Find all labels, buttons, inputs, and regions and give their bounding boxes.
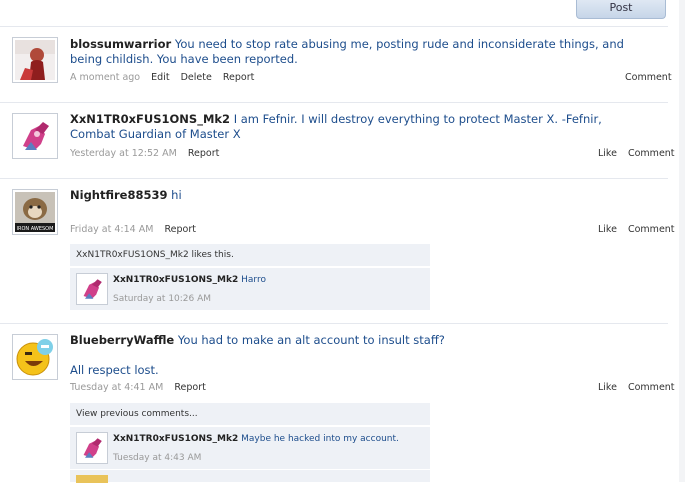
- comment-time: Tuesday at 4:41 AM: [70, 382, 164, 393]
- comment-link[interactable]: Comment: [625, 72, 672, 83]
- reply-author[interactable]: XxN1TR0xFUS1ONS_Mk2: [113, 434, 238, 444]
- reply-body: Harro: [241, 275, 266, 285]
- comment-author[interactable]: XxN1TR0xFUS1ONS_Mk2: [70, 112, 230, 126]
- comment-body-line1: You had to make an alt account to insult…: [177, 333, 445, 347]
- comment-time: Friday at 4:14 AM: [70, 224, 154, 235]
- reply-avatar[interactable]: [76, 273, 108, 305]
- profile-post-4: BlueberryWaffle You had to make an alt a…: [0, 324, 675, 483]
- comment-text: BlueberryWaffle You had to make an alt a…: [70, 333, 640, 378]
- comment-actions: Like Comment: [598, 224, 675, 235]
- comment-meta: Friday at 4:14 AM Report: [70, 224, 196, 235]
- comment-link[interactable]: Comment: [628, 224, 675, 235]
- post-button[interactable]: Post: [576, 0, 666, 19]
- likes-summary[interactable]: XxN1TR0xFUS1ONS_Mk2 likes this.: [70, 244, 430, 267]
- view-previous-comments-link[interactable]: View previous comments...: [70, 403, 430, 426]
- avatar-xxn1tr0xfus1ons[interactable]: [12, 113, 58, 159]
- comment-actions: Like Comment: [598, 382, 675, 393]
- comment-actions: Comment: [625, 72, 672, 83]
- reply-time: Saturday at 10:26 AM: [113, 294, 212, 304]
- like-link[interactable]: Like: [598, 224, 617, 235]
- comment-actions: Like Comment: [598, 148, 675, 159]
- reply-text: XxN1TR0xFUS1ONS_Mk2 Harro: [113, 275, 266, 285]
- robot-avatar-image: [15, 116, 55, 156]
- profile-post-3: IRON AWESOM Nightfire88539 hi Friday at …: [0, 179, 675, 323]
- avatar-nightfire88539[interactable]: IRON AWESOM: [12, 189, 58, 235]
- avatar-blueberrywaffle[interactable]: [12, 334, 58, 380]
- comment-meta: Yesterday at 12:52 AM Report: [70, 148, 219, 159]
- avatar-image: [15, 40, 55, 80]
- comment-meta: A moment ago Edit Delete Report: [70, 72, 254, 83]
- comment-thread: XxN1TR0xFUS1ONS_Mk2 likes this. XxN1TR0x…: [70, 244, 430, 310]
- scrollbar[interactable]: [679, 0, 685, 482]
- reply-avatar[interactable]: [76, 432, 108, 464]
- report-link[interactable]: Report: [164, 224, 196, 235]
- dog-avatar-image: IRON AWESOM: [15, 192, 55, 232]
- reply-author[interactable]: XxN1TR0xFUS1ONS_Mk2: [113, 275, 238, 285]
- smiley-avatar-image: [15, 337, 55, 377]
- robot-avatar-image: [78, 275, 106, 303]
- comment-text: Nightfire88539 hi: [70, 188, 640, 203]
- reply-text: XxN1TR0xFUS1ONS_Mk2 Maybe he hacked into…: [113, 434, 399, 444]
- comment-body-line2: All respect lost.: [70, 363, 159, 377]
- report-link[interactable]: Report: [223, 72, 255, 83]
- reply-body: Maybe he hacked into my account.: [241, 434, 399, 444]
- edit-link[interactable]: Edit: [151, 72, 169, 83]
- comment-author[interactable]: Nightfire88539: [70, 188, 168, 202]
- reply-comment-partial: [70, 469, 430, 483]
- profile-post-1: blossumwarrior You need to stop rate abu…: [0, 27, 672, 102]
- comment-author[interactable]: BlueberryWaffle: [70, 333, 174, 347]
- delete-link[interactable]: Delete: [181, 72, 212, 83]
- report-link[interactable]: Report: [188, 148, 220, 159]
- avatar-blossumwarrior[interactable]: [12, 37, 58, 83]
- comment-link[interactable]: Comment: [628, 148, 675, 159]
- comment-text: blossumwarrior You need to stop rate abu…: [70, 37, 640, 67]
- avatar-caption: IRON AWESOM: [17, 226, 54, 232]
- comment-link[interactable]: Comment: [628, 382, 675, 393]
- like-link[interactable]: Like: [598, 148, 617, 159]
- report-link[interactable]: Report: [174, 382, 206, 393]
- comment-text: XxN1TR0xFUS1ONS_Mk2 I am Fefnir. I will …: [70, 112, 640, 142]
- comment-time: Yesterday at 12:52 AM: [70, 148, 177, 159]
- reply-comment: XxN1TR0xFUS1ONS_Mk2 Harro Saturday at 10…: [70, 267, 430, 310]
- like-link[interactable]: Like: [598, 382, 617, 393]
- robot-avatar-image: [78, 434, 106, 462]
- profile-post-2: XxN1TR0xFUS1ONS_Mk2 I am Fefnir. I will …: [0, 103, 675, 178]
- reply-comment: XxN1TR0xFUS1ONS_Mk2 Maybe he hacked into…: [70, 426, 430, 469]
- comment-body: hi: [171, 188, 182, 202]
- reply-time: Tuesday at 4:43 AM: [113, 453, 202, 463]
- comment-time: A moment ago: [70, 72, 141, 83]
- comment-thread: View previous comments... XxN1TR0xFUS1ON…: [70, 403, 430, 483]
- comment-author[interactable]: blossumwarrior: [70, 37, 171, 51]
- comment-meta: Tuesday at 4:41 AM Report: [70, 382, 206, 393]
